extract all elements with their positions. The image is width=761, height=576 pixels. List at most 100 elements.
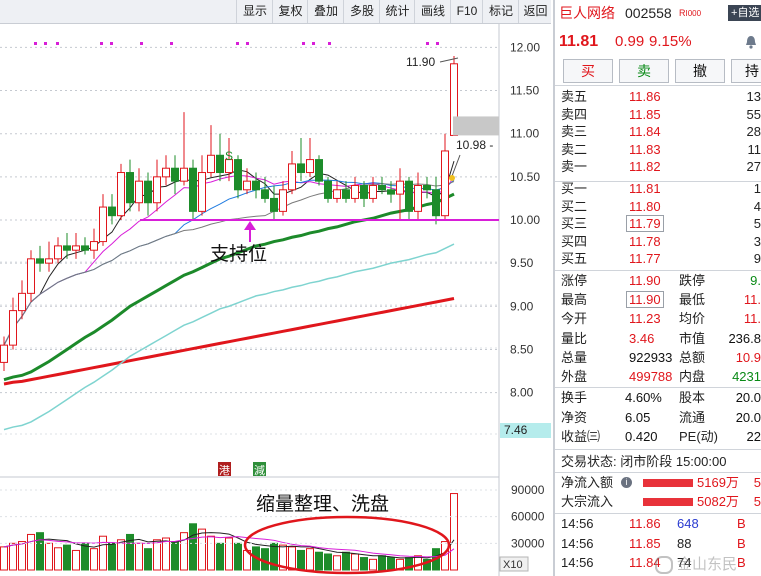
sell-button[interactable]: 卖 — [619, 59, 669, 83]
stat-value: 11. — [743, 292, 761, 308]
volume-bar — [387, 557, 395, 571]
fundamental-value: 6.05 — [625, 409, 651, 425]
tick-price: 11.85 — [629, 535, 661, 551]
book-volume: 4 — [753, 198, 761, 214]
volume-bar — [90, 548, 98, 571]
signal-dot — [44, 42, 47, 45]
candle-24 — [207, 125, 215, 177]
candle-body — [414, 184, 422, 212]
book-row: 卖三 11.84 28 — [555, 123, 761, 141]
candle-14 — [117, 163, 125, 220]
stat-row: 总量 922933 总额 10.9 — [555, 349, 761, 367]
book-row: 买五 11.77 9 — [555, 250, 761, 268]
tick-volume: 88 — [677, 535, 692, 551]
ma-line-cyan — [3, 243, 455, 431]
stat-label: 市值 — [679, 330, 706, 346]
candle-49 — [432, 176, 440, 225]
candle-body — [36, 258, 44, 264]
candle-32 — [279, 181, 287, 216]
volume-bar — [135, 542, 143, 571]
candle-body — [252, 180, 260, 191]
high-callout: 11.90 — [406, 55, 435, 69]
stat-label: 涨停 — [561, 273, 588, 288]
kline-chart[interactable]: 12.00 11.50 11.00 10.50 10.00 9.50 9.00 8.50 8.0… — [0, 0, 551, 576]
candle-1 — [0, 336, 8, 372]
tick-row: 14:56 11.86 648 B — [555, 515, 761, 533]
candle-body — [396, 180, 404, 195]
price-axis-label: 10.00 — [510, 213, 540, 227]
watermark: 金山东民 — [655, 553, 738, 575]
candle-28 — [243, 168, 251, 195]
position-button[interactable]: 持 — [731, 59, 761, 83]
candle-38 — [333, 181, 341, 203]
book-label: 买五 — [561, 251, 588, 267]
stat-value: 236.8 — [728, 330, 761, 346]
price-gap-box — [453, 116, 499, 136]
tag-right: 減 — [254, 463, 265, 477]
volume-bar — [351, 553, 359, 571]
price-axis-label: 8.00 — [510, 386, 534, 400]
fundamental-value: 22 — [746, 429, 761, 444]
book-label: 卖一 — [561, 159, 588, 175]
volume-bar — [414, 555, 422, 571]
candle-22 — [189, 159, 197, 220]
tick-time: 14:56 — [561, 555, 594, 570]
fundamental-label: 收益㈢ — [561, 429, 601, 444]
candle-9 — [72, 232, 80, 259]
candle-34 — [297, 138, 305, 182]
high-callout-leader — [439, 57, 459, 63]
book-price: 11.81 — [629, 181, 661, 196]
volume-bar — [153, 539, 161, 571]
volume-bar — [162, 537, 170, 571]
candle-7 — [54, 237, 62, 264]
candle-25 — [216, 133, 224, 182]
volume-bar — [198, 528, 206, 571]
candle-body — [324, 180, 332, 199]
candle-body — [180, 167, 188, 182]
candle-body — [288, 163, 296, 191]
candle-12 — [99, 194, 107, 246]
candle-body — [117, 172, 125, 217]
candle-body — [126, 172, 134, 204]
cancel-order-button[interactable]: 撤 — [675, 59, 725, 83]
stock-name: 巨人网络 — [559, 5, 615, 21]
stat-value: 11.23 — [629, 311, 661, 327]
volume-bar — [234, 542, 242, 571]
volume-bar — [108, 542, 116, 571]
stat-value: 499788 — [629, 369, 673, 384]
candle-19 — [162, 155, 170, 186]
watchlist-badge[interactable]: +自选 — [728, 5, 761, 21]
info-icon[interactable]: i — [621, 477, 632, 488]
candle-35 — [306, 138, 314, 177]
stat-label: 总量 — [561, 349, 588, 365]
stat-value: 11.90 — [626, 291, 664, 309]
candle-body — [45, 258, 53, 264]
book-row: 卖一 11.82 27 — [555, 158, 761, 176]
candle-body — [72, 245, 80, 251]
candle-body — [297, 163, 305, 174]
buy-button[interactable]: 买 — [563, 59, 613, 83]
book-row: 买三 11.79 5 — [555, 215, 761, 233]
candle-27 — [234, 155, 242, 199]
book-price: 11.82 — [629, 159, 661, 175]
stock-tag-mark: I000 — [685, 9, 702, 18]
kline-chart-pane[interactable]: 显示 复权 叠加 多股 统计 画线 F10 标记 返回 12.00 11.50 11.00 10.50… — [0, 0, 551, 576]
volume-bar — [378, 555, 386, 571]
candle-36 — [315, 155, 323, 186]
fundamental-row: 收益㈢ 0.420 PE(动) 22 — [555, 428, 761, 446]
book-label: 买一 — [561, 181, 588, 196]
bell-icon[interactable] — [745, 34, 757, 49]
signal-dot — [140, 42, 143, 45]
candle-5 — [36, 245, 44, 272]
volume-axis-label: 30000 — [511, 536, 545, 550]
fundamental-value: 20.0 — [735, 409, 761, 425]
stat-value: 11. — [743, 311, 761, 327]
candle-body — [270, 197, 278, 212]
fundamental-label: 流通 — [679, 409, 706, 425]
signal-dot — [34, 42, 37, 45]
stat-label: 内盘 — [679, 369, 706, 384]
watermark-text: 金山东民 — [677, 556, 738, 573]
tick-time: 14:56 — [561, 516, 594, 531]
stat-label: 量比 — [561, 330, 588, 346]
book-row: 卖二 11.83 11 — [555, 141, 761, 159]
